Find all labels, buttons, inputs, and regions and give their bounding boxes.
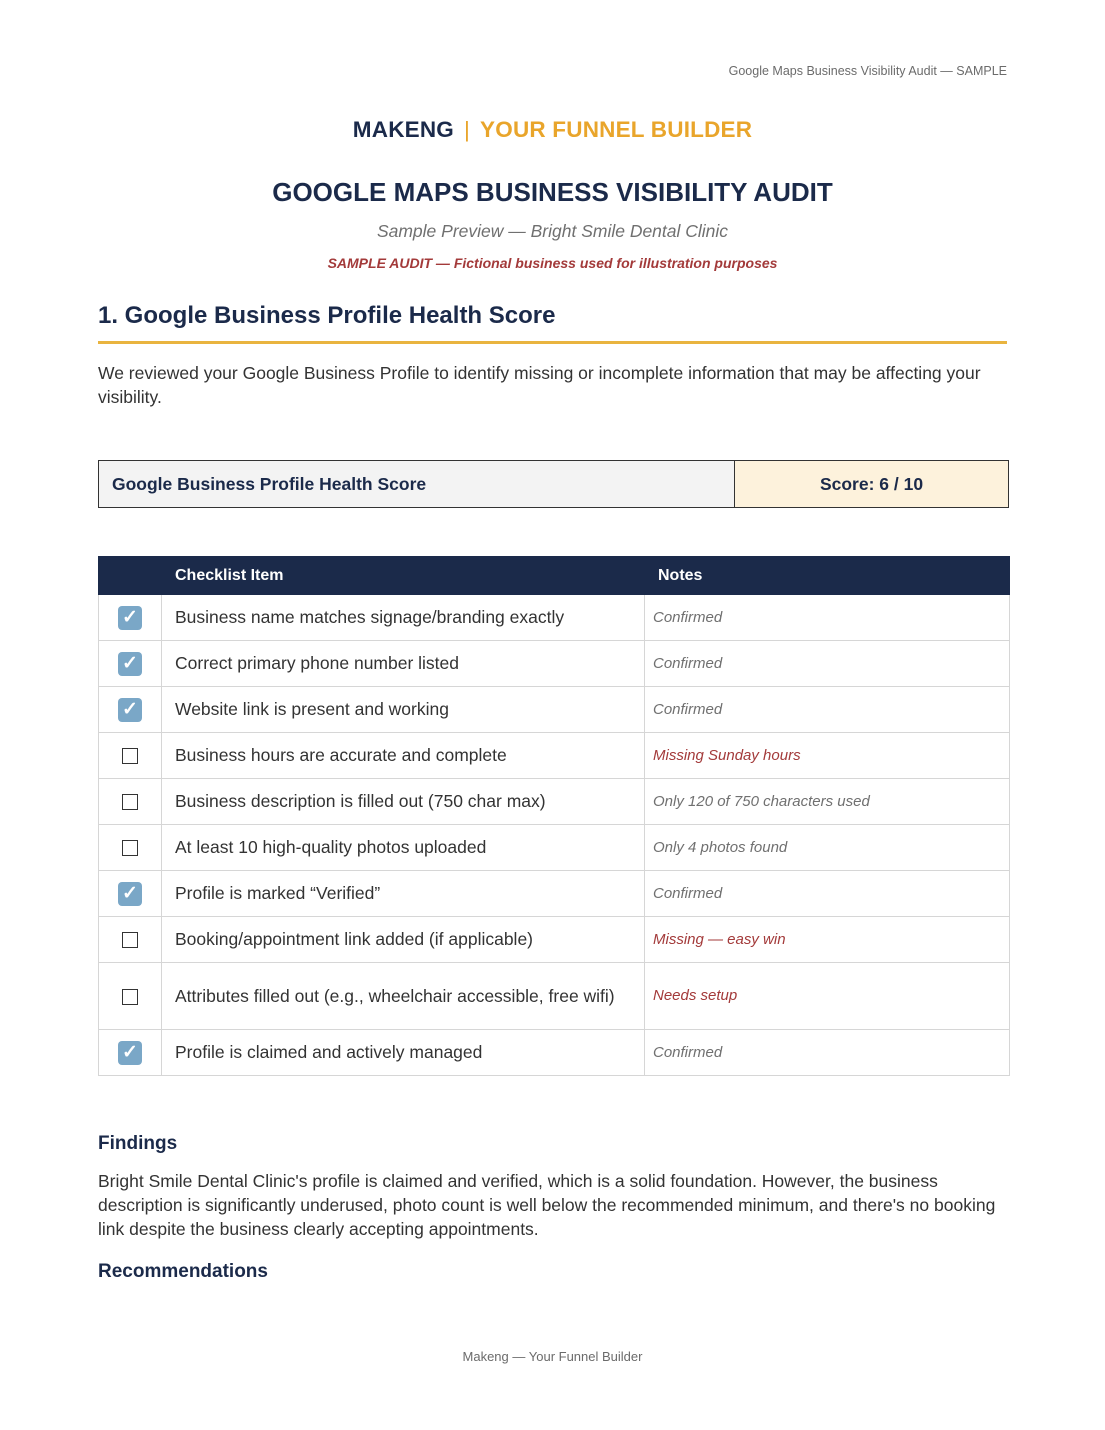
checklist-table: Checklist Item Notes ✓ Business name matc… [98,556,1010,1076]
checklist-header-item: Checklist Item [161,556,645,595]
checked-box-icon: ✓ [118,1040,142,1065]
checklist-header-row: Checklist Item Notes [98,556,1010,595]
checklist-note: Confirmed [644,640,1010,687]
checklist-item: Booking/appointment link added (if appli… [161,916,645,963]
checklist-row: ✓ Correct primary phone number listed Conf… [98,640,1010,687]
section-divider [98,341,1007,344]
checklist-item: At least 10 high-quality photos uploaded [161,824,645,871]
checklist-status-cell: ✓ [98,686,162,733]
checklist-status-cell: ✓ [98,640,162,687]
brand-tagline: YOUR FUNNEL BUILDER [480,117,753,142]
checklist-status-cell [98,962,162,1030]
checklist-status-cell: ✓ [98,594,162,641]
checklist-item: Profile is claimed and actively managed [161,1029,645,1076]
checklist-row: ✓ Profile is marked “Verified” Confirmed [98,870,1010,917]
checklist-item: Profile is marked “Verified” [161,870,645,917]
unchecked-box-icon [122,989,138,1006]
sample-disclaimer: SAMPLE AUDIT — Fictional business used f… [327,255,778,271]
unchecked-box-icon [122,932,138,949]
checklist-status-cell [98,732,162,779]
checklist-row: At least 10 high-quality photos uploaded… [98,824,1010,871]
checklist-note: Only 120 of 750 characters used [644,778,1010,825]
audit-page: Google Maps Business Visibility Audit — … [0,0,1105,1430]
checklist-status-cell: ✓ [98,1029,162,1076]
checklist-note: Only 4 photos found [644,824,1010,871]
findings-text: Bright Smile Dental Clinic's profile is … [98,1171,996,1239]
checked-box-icon: ✓ [118,697,142,722]
checklist-row: ✓ Website link is present and working Conf… [98,686,1010,733]
document-subtitle: Sample Preview — Bright Smile Dental Cli… [376,221,729,241]
checklist-note: Confirmed [644,686,1010,733]
checked-box-icon: ✓ [118,605,142,630]
unchecked-box-icon [122,794,138,811]
checklist-item: Website link is present and working [161,686,645,733]
checklist-row: Business description is filled out (750 … [98,778,1010,825]
checklist-note: Confirmed [644,870,1010,917]
running-header: Google Maps Business Visibility Audit — … [728,64,1007,78]
checklist-note: Confirmed [644,594,1010,641]
page-footer: Makeng — Your Funnel Builder [462,1349,643,1364]
findings-heading: Findings [98,1133,178,1154]
section-intro: We reviewed your Google Business Profile… [98,363,981,407]
checklist-note: Confirmed [644,1029,1010,1076]
checklist-note: Needs setup [644,962,1010,1030]
checklist-item: Business name matches signage/branding e… [161,594,645,641]
checklist-note: Missing Sunday hours [644,732,1010,779]
checklist-status-cell [98,824,162,871]
checked-box-icon: ✓ [118,651,142,676]
checklist-status-cell [98,916,162,963]
checklist-item: Attributes filled out (e.g., wheelchair … [161,962,645,1030]
checklist-status-cell [98,778,162,825]
checklist-status-cell: ✓ [98,870,162,917]
health-score-value: Score: 6 / 10 [735,461,1008,507]
checklist-item: Correct primary phone number listed [161,640,645,687]
checked-box-icon: ✓ [118,881,142,906]
recommendations-heading: Recommendations [98,1261,268,1282]
section-heading: 1. Google Business Profile Health Score [98,302,556,329]
checklist-row: Business hours are accurate and complete… [98,732,1010,779]
checklist-row: ✓ Profile is claimed and actively managed… [98,1029,1010,1076]
health-score-box: Google Business Profile Health Score Sco… [98,460,1009,508]
checklist-item: Business hours are accurate and complete [161,732,645,779]
health-score-label: Google Business Profile Health Score [99,461,735,507]
checklist-row: Booking/appointment link added (if appli… [98,916,1010,963]
checklist-note: Missing — easy win [644,916,1010,963]
checklist-body: ✓ Business name matches signage/branding … [98,594,1010,1076]
checklist-header-check [98,556,162,595]
brand-separator: | [464,117,471,142]
checklist-row: ✓ Business name matches signage/branding … [98,594,1010,641]
unchecked-box-icon [122,840,138,857]
unchecked-box-icon [122,748,138,765]
checklist-item: Business description is filled out (750 … [161,778,645,825]
checklist-row: Attributes filled out (e.g., wheelchair … [98,962,1010,1030]
document-title: GOOGLE MAPS BUSINESS VISIBILITY AUDIT [272,177,833,207]
brand-logo: MAKENG | YOUR FUNNEL BUILDER [0,117,1105,143]
checklist-header-notes: Notes [644,556,1010,595]
brand-name: MAKENG [352,117,454,142]
